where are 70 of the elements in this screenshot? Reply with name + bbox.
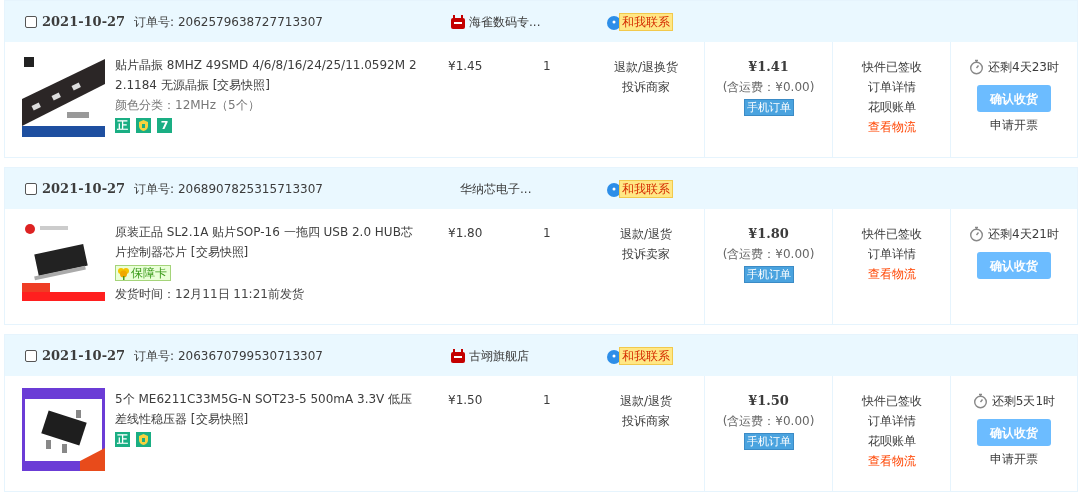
order-status-link[interactable]: 花呗账单 — [833, 97, 950, 117]
stopwatch-icon — [973, 393, 987, 409]
service-badge: 正 — [115, 118, 130, 133]
ship-time: 发货时间：12月11日 11:21前发货 — [115, 286, 305, 303]
flower-icon — [116, 266, 131, 280]
mobile-order-tag: 手机订单 — [743, 99, 794, 116]
order-date: 2021-10-27 — [42, 12, 127, 31]
countdown-text: 还剩4天23时 — [988, 59, 1059, 76]
order-number: 2068907825315713307 — [177, 181, 323, 196]
shop-link[interactable]: 海雀数码专... — [469, 12, 541, 31]
countdown-text: 还剩4天21时 — [988, 226, 1059, 243]
countdown-text: 还剩5天1时 — [991, 393, 1056, 410]
after-sales-link[interactable]: 投诉商家 — [588, 411, 704, 431]
order-date: 2021-10-27 — [42, 179, 127, 198]
product-spec: 颜色分类：12MHz（5个） — [115, 97, 261, 114]
order-status-link[interactable]: 订单详情 — [833, 411, 950, 431]
after-sales-link[interactable]: 退款/退换货 — [588, 57, 704, 77]
after-sales-link[interactable]: 投诉卖家 — [588, 244, 704, 264]
unit-price: ¥1.50 — [448, 393, 483, 407]
shipping-fee: (含运费：¥0.00) — [721, 413, 816, 430]
order-status-link[interactable]: 查看物流 — [833, 451, 950, 471]
snapshot-link[interactable]: [交易快照] — [190, 412, 249, 426]
snapshot-link[interactable]: [交易快照] — [190, 245, 249, 259]
shield-icon — [136, 118, 151, 133]
quantity: 1 — [543, 226, 551, 240]
order-number-label: 订单号: — [134, 181, 175, 196]
mobile-order-tag: 手机订单 — [743, 266, 794, 283]
after-sales-link[interactable]: 退款/退货 — [588, 224, 704, 244]
order-status-link[interactable]: 查看物流 — [833, 117, 950, 137]
shop-link[interactable]: 古翊旗舰店 — [469, 346, 529, 365]
shop-link[interactable]: 华纳芯电子... — [460, 179, 532, 198]
after-sales-link[interactable]: 投诉商家 — [588, 77, 704, 97]
order-status-link[interactable]: 快件已签收 — [833, 224, 950, 244]
order-number-label: 订单号: — [134, 348, 175, 363]
unit-price: ¥1.80 — [448, 226, 483, 240]
order-number: 2062579638727713307 — [177, 14, 323, 29]
product-title[interactable]: 贴片晶振 8MHZ 49SMD 4/6/8/16/24/25/11.0592M 22.1184 无源晶振 [交易快照] — [115, 55, 418, 95]
shield-icon — [136, 432, 151, 447]
shipping-fee: (含运费：¥0.00) — [721, 79, 816, 96]
order-status-link[interactable]: 快件已签收 — [833, 57, 950, 77]
stopwatch-icon — [970, 226, 984, 242]
snapshot-link[interactable]: [交易快照] — [212, 78, 270, 92]
total-price: ¥1.50 — [747, 392, 790, 410]
order-checkbox[interactable] — [25, 182, 37, 195]
order-status-link[interactable]: 订单详情 — [833, 244, 950, 264]
service-badge: 7 — [157, 118, 172, 133]
guarantee-text: 保障卡 — [131, 266, 167, 280]
order-number-label: 订单号: — [134, 14, 175, 29]
invoice-link[interactable]: 申请开票 — [951, 449, 1077, 469]
total-price: ¥1.80 — [747, 225, 790, 243]
unit-price: ¥1.45 — [448, 59, 483, 73]
order-checkbox[interactable] — [25, 15, 37, 28]
order-status-link[interactable]: 花呗账单 — [833, 431, 950, 451]
product-title[interactable]: 5个 ME6211C33M5G-N SOT23-5 500mA 3.3V 低压差线性稳压器 [交易快照] — [115, 389, 418, 429]
shipping-fee: (含运费：¥0.00) — [721, 246, 816, 263]
order-date: 2021-10-27 — [42, 346, 127, 365]
service-badge: 正 — [115, 432, 130, 447]
order-status-link[interactable]: 订单详情 — [833, 77, 950, 97]
invoice-link[interactable]: 申请开票 — [951, 115, 1077, 135]
order-status-link[interactable]: 查看物流 — [833, 264, 950, 284]
product-title[interactable]: 原装正品 SL2.1A 贴片SOP-16 一拖四 USB 2.0 HUB芯片控制器芯片 [交易快照] — [115, 222, 418, 262]
after-sales-link[interactable]: 退款/退货 — [588, 391, 704, 411]
order-number: 2063670799530713307 — [177, 348, 323, 363]
quantity: 1 — [543, 59, 551, 73]
order-checkbox[interactable] — [25, 349, 37, 362]
total-price: ¥1.41 — [747, 58, 790, 76]
mobile-order-tag: 手机订单 — [743, 433, 794, 450]
stopwatch-icon — [970, 59, 984, 75]
quantity: 1 — [543, 393, 551, 407]
order-status-link[interactable]: 快件已签收 — [833, 391, 950, 411]
